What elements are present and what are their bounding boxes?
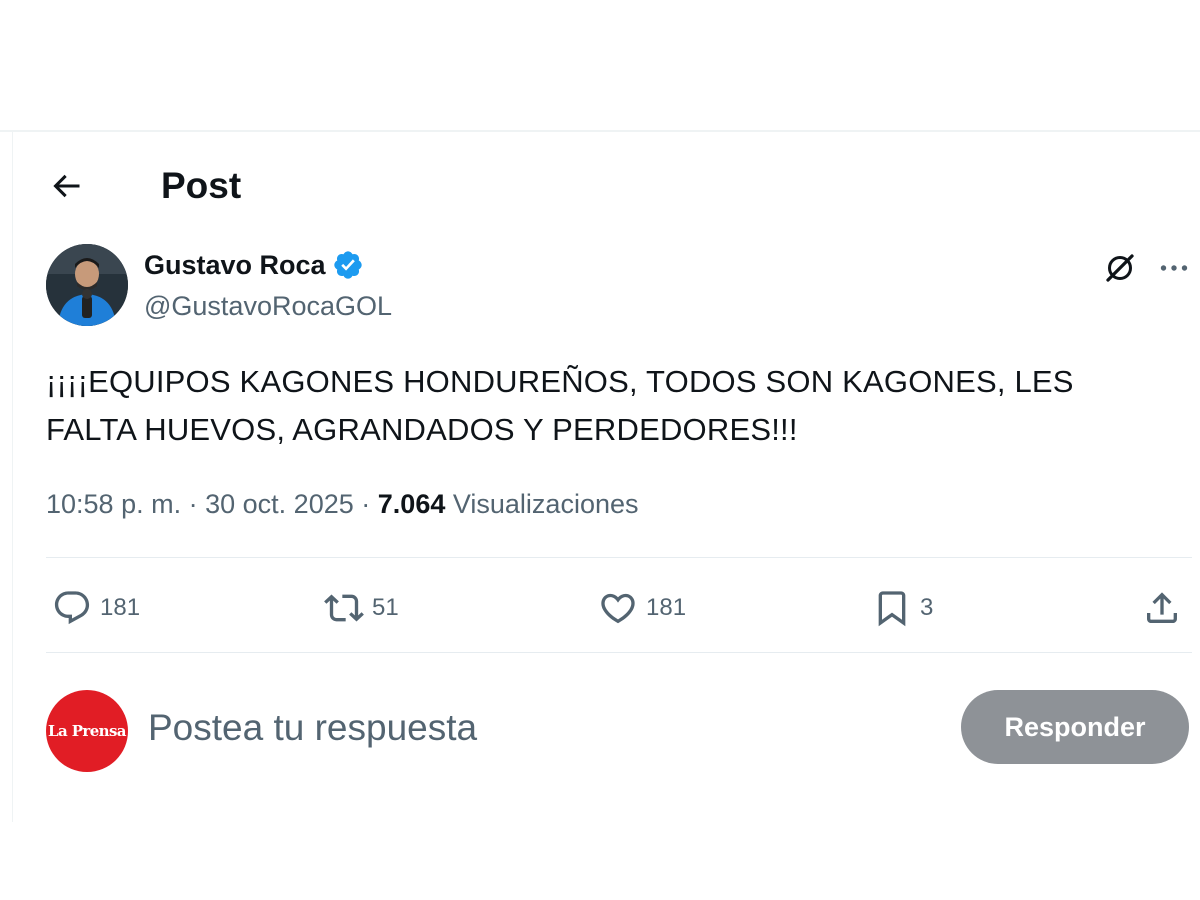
more-options-button[interactable]: [1152, 248, 1196, 288]
views-count: 7.064: [377, 489, 446, 519]
author-handle[interactable]: @GustavoRocaGOL: [144, 288, 392, 324]
like-button[interactable]: 181: [598, 580, 686, 636]
reply-input[interactable]: [148, 700, 928, 756]
more-dots-icon: [1160, 265, 1188, 271]
meta-separator: ·: [361, 489, 371, 519]
author-avatar[interactable]: [46, 244, 128, 326]
reply-icon: [54, 591, 90, 625]
reply-count: 181: [100, 594, 141, 621]
arrow-left-icon: [53, 174, 80, 198]
repost-count: 51: [372, 594, 399, 621]
avatar-photo: [46, 244, 128, 326]
grok-button[interactable]: [1100, 248, 1140, 288]
divider: [46, 557, 1192, 558]
tweet-text: ¡¡¡¡EQUIPOS KAGONES HONDUREÑOS, TODOS SO…: [46, 364, 1074, 447]
bookmark-button[interactable]: 3: [872, 580, 933, 636]
meta-separator: ·: [188, 489, 198, 519]
top-divider: [0, 130, 1200, 132]
repost-icon: [324, 594, 364, 622]
views-label: Visualizaciones: [452, 489, 639, 519]
back-button[interactable]: [44, 164, 88, 208]
action-bar: 181 51 181 3: [46, 580, 1192, 636]
share-button[interactable]: [1142, 580, 1182, 636]
page-title: Post: [161, 165, 242, 206]
bookmark-icon: [878, 591, 906, 627]
grok-icon: [1106, 254, 1134, 282]
divider: [46, 652, 1192, 653]
bookmark-count: 3: [920, 594, 934, 621]
tweet-date[interactable]: 30 oct. 2025: [205, 489, 354, 519]
reply-button[interactable]: 181: [52, 580, 140, 636]
author-name-text: Gustavo Roca: [144, 250, 326, 280]
reply-submit-button[interactable]: Responder: [961, 690, 1189, 764]
tweet-time[interactable]: 10:58 p. m.: [46, 489, 181, 519]
verified-badge-icon: [333, 251, 362, 279]
author-name[interactable]: Gustavo Roca: [144, 247, 364, 283]
current-user-avatar[interactable]: La Prensa: [46, 690, 128, 772]
avatar-logo-text: La Prensa: [48, 722, 126, 740]
column-border: [12, 132, 13, 822]
repost-button[interactable]: 51: [324, 580, 399, 636]
heart-icon: [601, 593, 635, 624]
tweet-meta: 10:58 p. m. · 30 oct. 2025 · 7.064 Visua…: [46, 484, 1166, 524]
like-count: 181: [646, 594, 687, 621]
share-icon: [1147, 592, 1177, 623]
page-header: Post: [0, 150, 1200, 222]
